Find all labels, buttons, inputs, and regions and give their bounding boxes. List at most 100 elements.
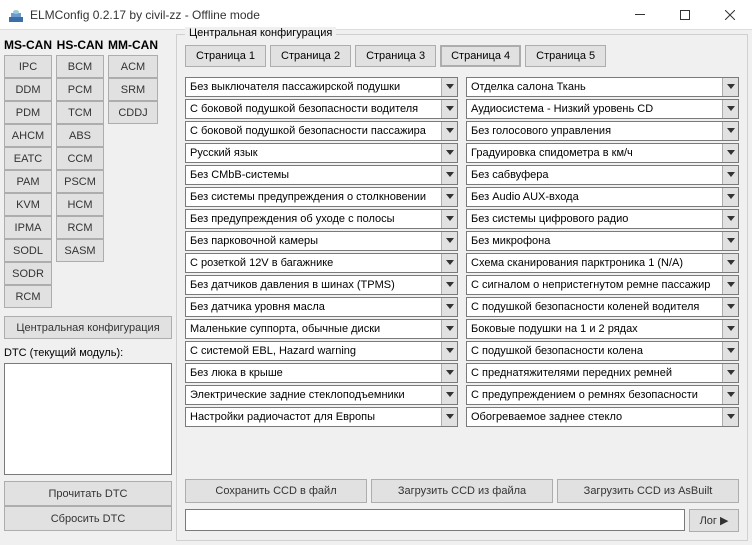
load-asbuilt-button[interactable]: Загрузить CCD из AsBuilt <box>557 479 739 503</box>
config-combo-r9-c0[interactable]: Без датчиков давления в шинах (TPMS) <box>185 275 458 295</box>
config-combo-r2-c0[interactable]: С боковой подушкой безопасности пассажир… <box>185 121 458 141</box>
config-combo-r15-c1[interactable]: Обогреваемое заднее стекло <box>466 407 739 427</box>
central-config-button[interactable]: Центральная конфигурация <box>4 316 172 339</box>
config-combo-r14-c1[interactable]: С предупреждением о ремнях безопасности <box>466 385 739 405</box>
config-combo-r0-c1[interactable]: Отделка салона Ткань <box>466 77 739 97</box>
combo-value: Схема сканирования парктроника 1 (N/A) <box>467 257 722 269</box>
chevron-down-icon <box>722 342 738 360</box>
config-combo-r6-c1[interactable]: Без системы цифрового радио <box>466 209 739 229</box>
module-eatc[interactable]: EATC <box>4 147 52 170</box>
log-input[interactable] <box>185 509 685 531</box>
combo-value: С подушкой безопасности колена <box>467 345 722 357</box>
load-ccd-button[interactable]: Загрузить CCD из файла <box>371 479 553 503</box>
module-pdm[interactable]: PDM <box>4 101 52 124</box>
config-combo-r12-c1[interactable]: С подушкой безопасности колена <box>466 341 739 361</box>
reset-dtc-button[interactable]: Сбросить DTC <box>4 506 172 531</box>
chevron-down-icon <box>722 166 738 184</box>
dtc-label: DTC (текущий модуль): <box>4 347 172 359</box>
module-kvm[interactable]: KVM <box>4 193 52 216</box>
module-pam[interactable]: PAM <box>4 170 52 193</box>
chevron-down-icon <box>722 254 738 272</box>
combo-value: Градуировка спидометра в км/ч <box>467 147 722 159</box>
module-pscm[interactable]: PSCM <box>56 170 104 193</box>
chevron-down-icon <box>722 298 738 316</box>
tab-page-5[interactable]: Страница 5 <box>525 45 606 67</box>
config-combo-r2-c1[interactable]: Без голосового управления <box>466 121 739 141</box>
module-ipma[interactable]: IPMA <box>4 216 52 239</box>
col-head-mm-can: MM-CAN <box>108 34 158 55</box>
chevron-down-icon <box>441 298 457 316</box>
module-abs[interactable]: ABS <box>56 124 104 147</box>
module-tcm[interactable]: TCM <box>56 101 104 124</box>
config-combo-r7-c1[interactable]: Без микрофона <box>466 231 739 251</box>
config-combo-r15-c0[interactable]: Настройки радиочастот для Европы <box>185 407 458 427</box>
combo-value: Боковые подушки на 1 и 2 рядах <box>467 323 722 335</box>
chevron-down-icon <box>441 232 457 250</box>
close-button[interactable] <box>707 0 752 30</box>
config-combo-r6-c0[interactable]: Без предупреждения об уходе с полосы <box>185 209 458 229</box>
config-combo-r4-c1[interactable]: Без сабвуфера <box>466 165 739 185</box>
config-combo-r8-c0[interactable]: С розеткой 12V в багажнике <box>185 253 458 273</box>
module-rcm[interactable]: RCM <box>4 285 52 308</box>
tab-page-1[interactable]: Страница 1 <box>185 45 266 67</box>
config-combo-r4-c0[interactable]: Без CMbB-системы <box>185 165 458 185</box>
config-combo-r11-c0[interactable]: Маленькие суппорта, обычные диски <box>185 319 458 339</box>
module-rcm[interactable]: RCM <box>56 216 104 239</box>
fieldset-legend: Центральная конфигурация <box>185 27 336 39</box>
config-combo-r3-c1[interactable]: Градуировка спидометра в км/ч <box>466 143 739 163</box>
config-combo-r13-c1[interactable]: С преднатяжителями передних ремней <box>466 363 739 383</box>
config-combo-r5-c0[interactable]: Без системы предупреждения о столкновени… <box>185 187 458 207</box>
module-srm[interactable]: SRM <box>108 78 158 101</box>
tabs-bar: Страница 1Страница 2Страница 3Страница 4… <box>185 45 739 67</box>
module-sasm[interactable]: SASM <box>56 239 104 262</box>
dtc-textarea[interactable] <box>4 363 172 475</box>
chevron-down-icon <box>722 232 738 250</box>
chevron-down-icon <box>722 408 738 426</box>
config-combo-r8-c1[interactable]: Схема сканирования парктроника 1 (N/A) <box>466 253 739 273</box>
config-combo-r14-c0[interactable]: Электрические задние стеклоподъемники <box>185 385 458 405</box>
config-combo-r12-c0[interactable]: С системой EBL, Hazard warning <box>185 341 458 361</box>
window-title: ELMConfig 0.2.17 by civil-zz - Offline m… <box>30 8 617 22</box>
module-pcm[interactable]: PCM <box>56 78 104 101</box>
combo-value: Без парковочной камеры <box>186 235 441 247</box>
left-panel: MS-CANIPCDDMPDMAHCMEATCPAMKVMIPMASODLSOD… <box>4 34 172 541</box>
read-dtc-button[interactable]: Прочитать DTC <box>4 481 172 506</box>
module-ahcm[interactable]: AHCM <box>4 124 52 147</box>
save-ccd-button[interactable]: Сохранить CCD в файл <box>185 479 367 503</box>
tab-page-3[interactable]: Страница 3 <box>355 45 436 67</box>
module-acm[interactable]: ACM <box>108 55 158 78</box>
module-sodl[interactable]: SODL <box>4 239 52 262</box>
tab-page-4[interactable]: Страница 4 <box>440 45 521 67</box>
tab-page-2[interactable]: Страница 2 <box>270 45 351 67</box>
config-combo-r1-c0[interactable]: С боковой подушкой безопасности водителя <box>185 99 458 119</box>
config-combo-r13-c0[interactable]: Без люка в крыше <box>185 363 458 383</box>
module-ipc[interactable]: IPC <box>4 55 52 78</box>
maximize-button[interactable] <box>662 0 707 30</box>
minimize-button[interactable] <box>617 0 662 30</box>
chevron-down-icon <box>722 122 738 140</box>
config-combo-r5-c1[interactable]: Без Audio AUX-входа <box>466 187 739 207</box>
combo-value: Без системы предупреждения о столкновени… <box>186 191 441 203</box>
config-combo-r9-c1[interactable]: С сигналом о непристегнутом ремне пассаж… <box>466 275 739 295</box>
module-ddm[interactable]: DDM <box>4 78 52 101</box>
combo-value: Отделка салона Ткань <box>467 81 722 93</box>
module-bcm[interactable]: BCM <box>56 55 104 78</box>
chevron-down-icon <box>441 276 457 294</box>
log-button[interactable]: Лог ▶ <box>689 509 739 532</box>
module-hcm[interactable]: HCM <box>56 193 104 216</box>
chevron-down-icon <box>441 408 457 426</box>
module-cddj[interactable]: CDDJ <box>108 101 158 124</box>
config-combo-r7-c0[interactable]: Без парковочной камеры <box>185 231 458 251</box>
config-combo-r11-c1[interactable]: Боковые подушки на 1 и 2 рядах <box>466 319 739 339</box>
config-combo-r10-c0[interactable]: Без датчика уровня масла <box>185 297 458 317</box>
config-combo-r1-c1[interactable]: Аудиосистема - Низкий уровень CD <box>466 99 739 119</box>
config-combo-r3-c0[interactable]: Русский язык <box>185 143 458 163</box>
config-combo-r10-c1[interactable]: С подушкой безопасности коленей водителя <box>466 297 739 317</box>
module-ccm[interactable]: CCM <box>56 147 104 170</box>
combo-value: Без предупреждения об уходе с полосы <box>186 213 441 225</box>
combo-value: Маленькие суппорта, обычные диски <box>186 323 441 335</box>
module-sodr[interactable]: SODR <box>4 262 52 285</box>
combo-value: Обогреваемое заднее стекло <box>467 411 722 423</box>
config-combo-r0-c0[interactable]: Без выключателя пассажирской подушки <box>185 77 458 97</box>
chevron-down-icon <box>441 320 457 338</box>
